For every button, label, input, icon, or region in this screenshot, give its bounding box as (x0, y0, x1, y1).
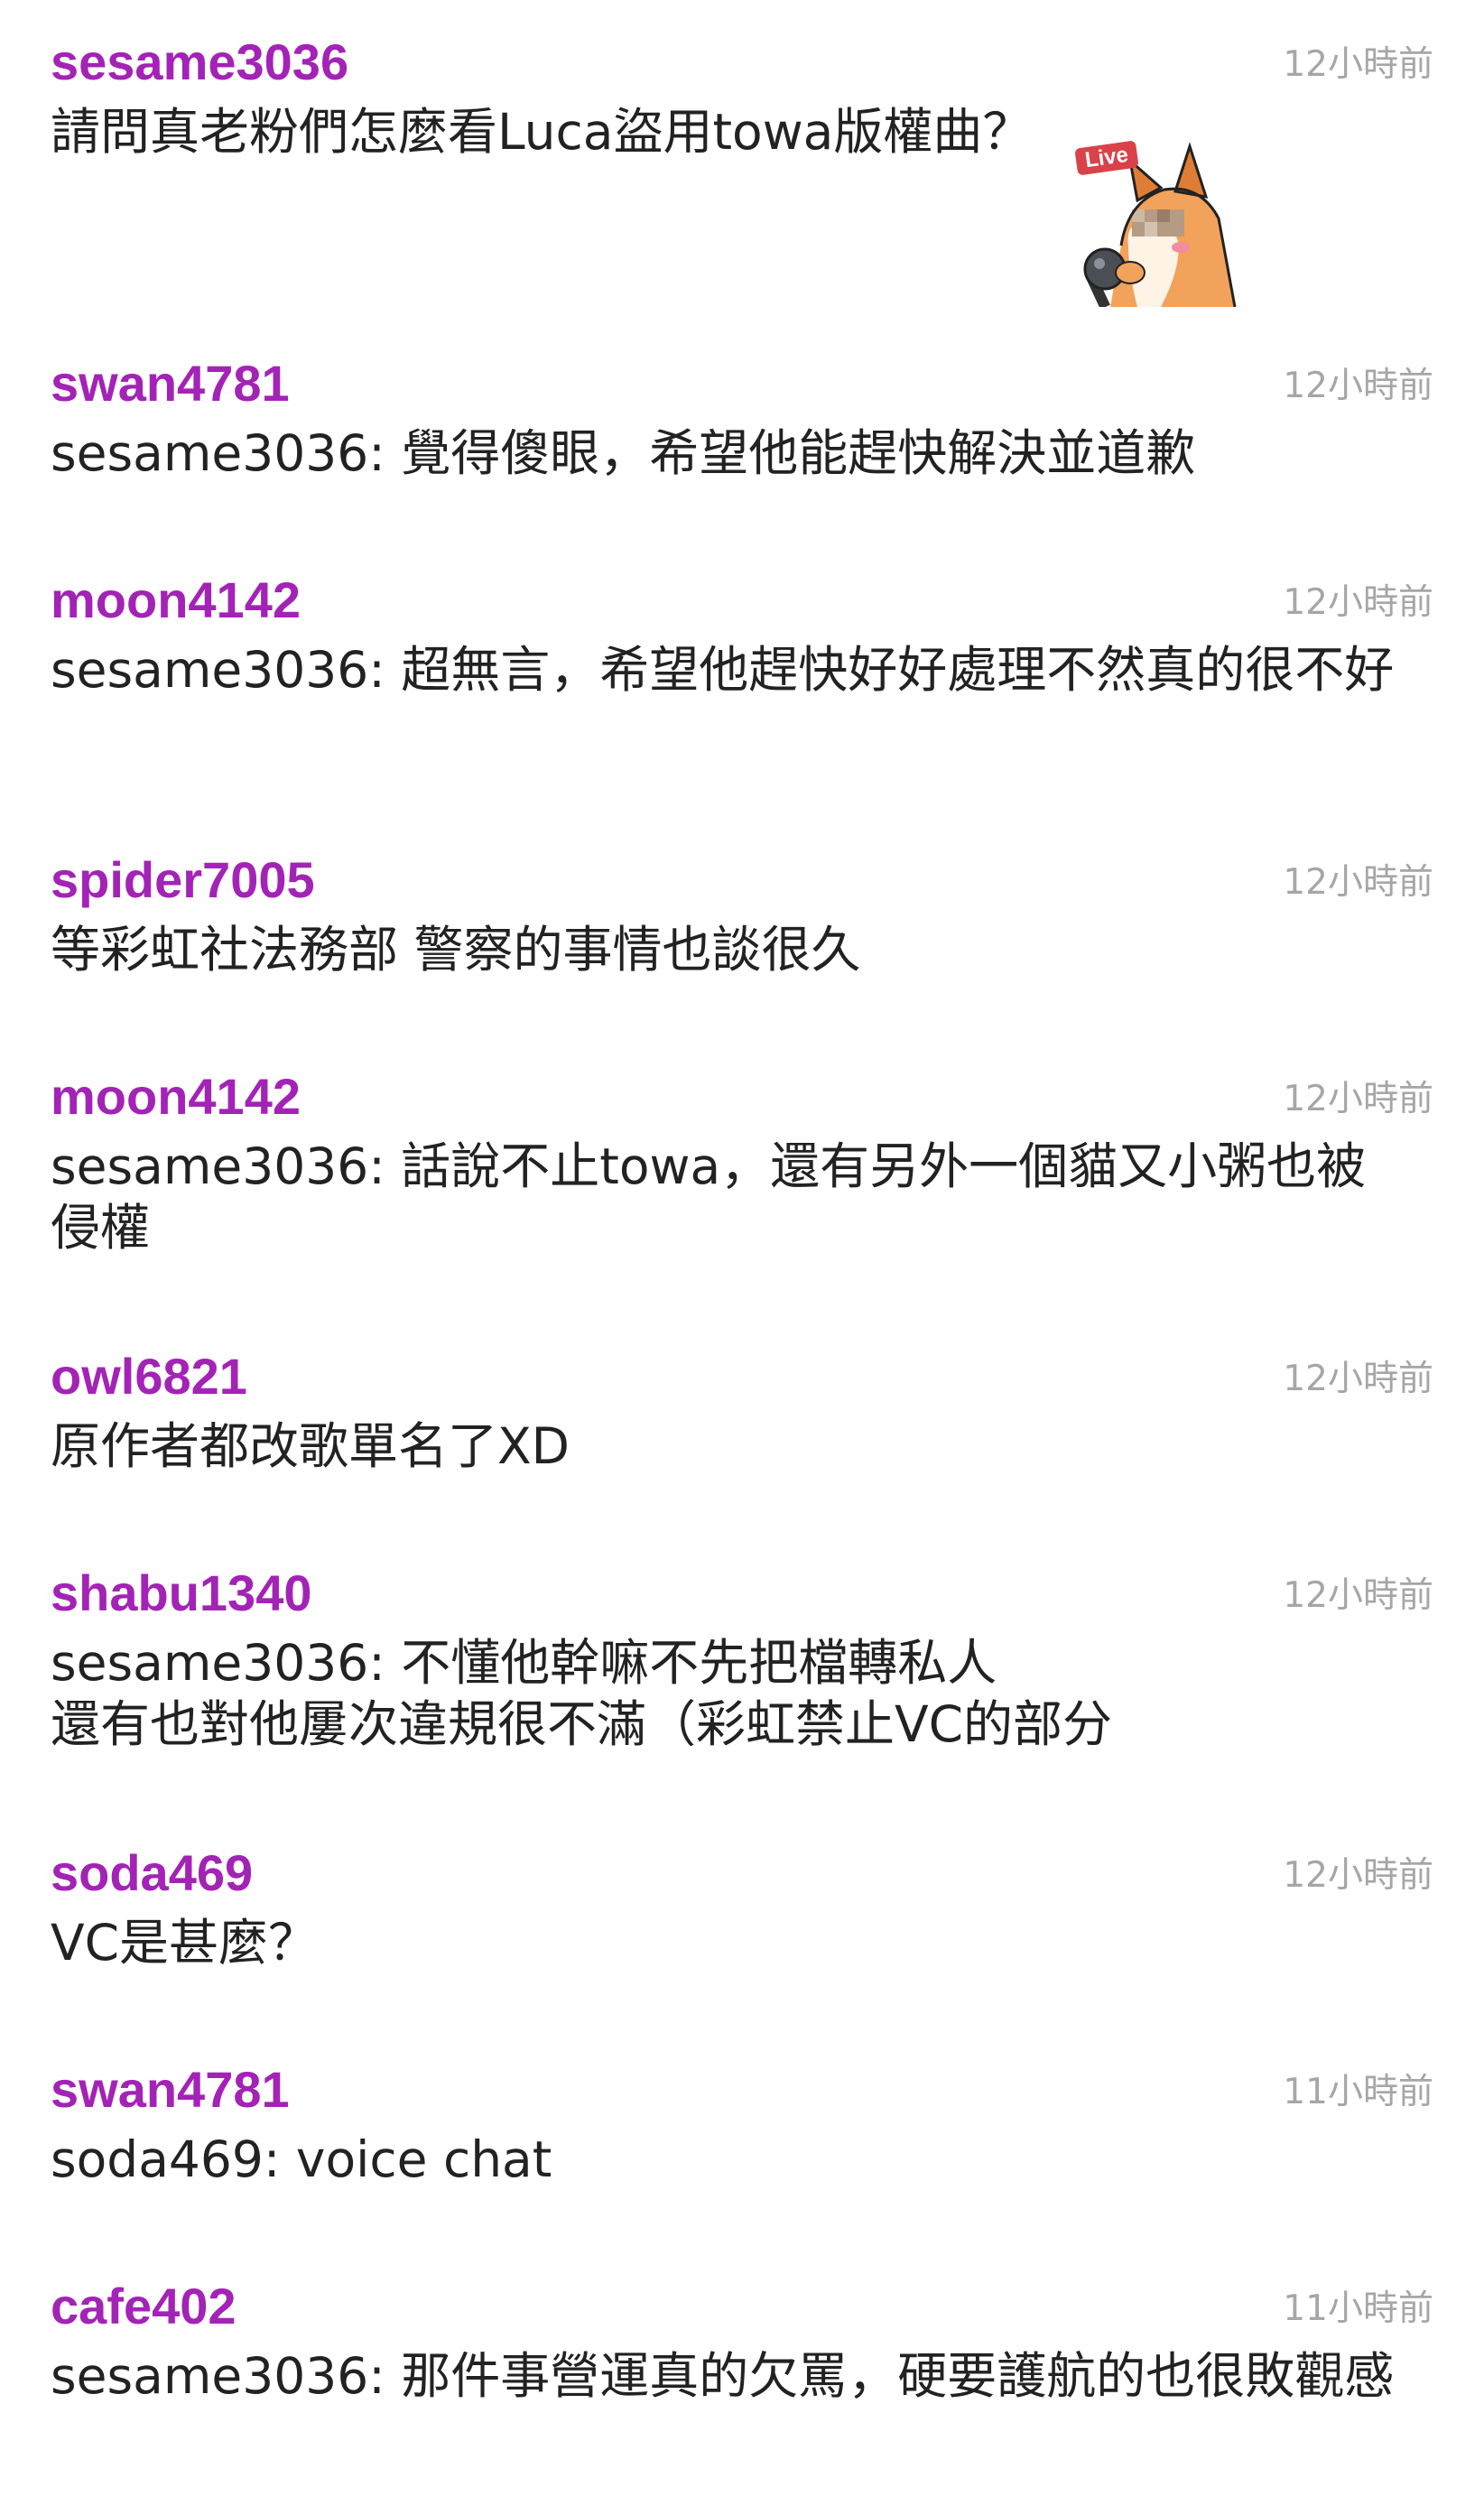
comment-timestamp: 12小時前 (1283, 862, 1433, 903)
comment-username[interactable]: shabu1340 (51, 1562, 312, 1625)
comment-text: sesame3036: 話說不止towa，還有另外一個貓又小粥也被侵權 (51, 1137, 1367, 1257)
comment-timestamp: 12小時前 (1283, 1079, 1433, 1119)
comment-username[interactable]: moon4142 (51, 1065, 301, 1128)
comment-username[interactable]: swan4781 (51, 2058, 290, 2121)
comment-username[interactable]: soda469 (51, 1842, 253, 1905)
comment-timestamp: 12小時前 (1283, 1575, 1433, 1616)
comment-timestamp: 11小時前 (1283, 2288, 1433, 2329)
comment-text: 原作者都改歌單名了XD (51, 1417, 570, 1475)
comment-timestamp: 12小時前 (1283, 366, 1433, 406)
comment-timestamp: 12小時前 (1283, 1855, 1433, 1896)
comment-username[interactable]: spider7005 (51, 849, 315, 912)
comment-username[interactable]: moon4142 (51, 569, 301, 632)
comment-username[interactable]: owl6821 (51, 1345, 247, 1408)
fox-singing-sticker-icon: Live (1074, 137, 1240, 307)
comment-timestamp: 12小時前 (1283, 582, 1433, 623)
comment-text: 等彩虹社法務部 警察的事情也談很久 (51, 921, 861, 979)
comment-text: soda469: voice chat (51, 2130, 552, 2188)
comment-timestamp: 12小時前 (1283, 44, 1433, 85)
comment-text: sesame3036: 那件事營運真的欠罵，硬要護航的也很敗觀感 (51, 2347, 1395, 2405)
comment-timestamp: 12小時前 (1283, 1359, 1433, 1399)
comment-username[interactable]: sesame3036 (51, 31, 348, 94)
comment-username[interactable]: cafe402 (51, 2275, 237, 2338)
comment-text: sesame3036: 覺得傻眼，希望他能趕快解決並道歉 (51, 424, 1196, 482)
comment-text: 請問真老粉們怎麼看Luca盜用towa版權曲？ (51, 103, 1033, 161)
comment-text: sesame3036: 不懂他幹嘛不先把檔轉私人 還有也對他屢次違規很不滿（彩虹… (51, 1634, 1113, 1753)
comment-timestamp: 11小時前 (1283, 2072, 1433, 2112)
comment-text: sesame3036: 超無言，希望他趕快好好處理不然真的很不好 (51, 641, 1395, 699)
comment-text: VC是甚麼？ (51, 1914, 319, 1972)
comment-username[interactable]: swan4781 (51, 352, 290, 415)
